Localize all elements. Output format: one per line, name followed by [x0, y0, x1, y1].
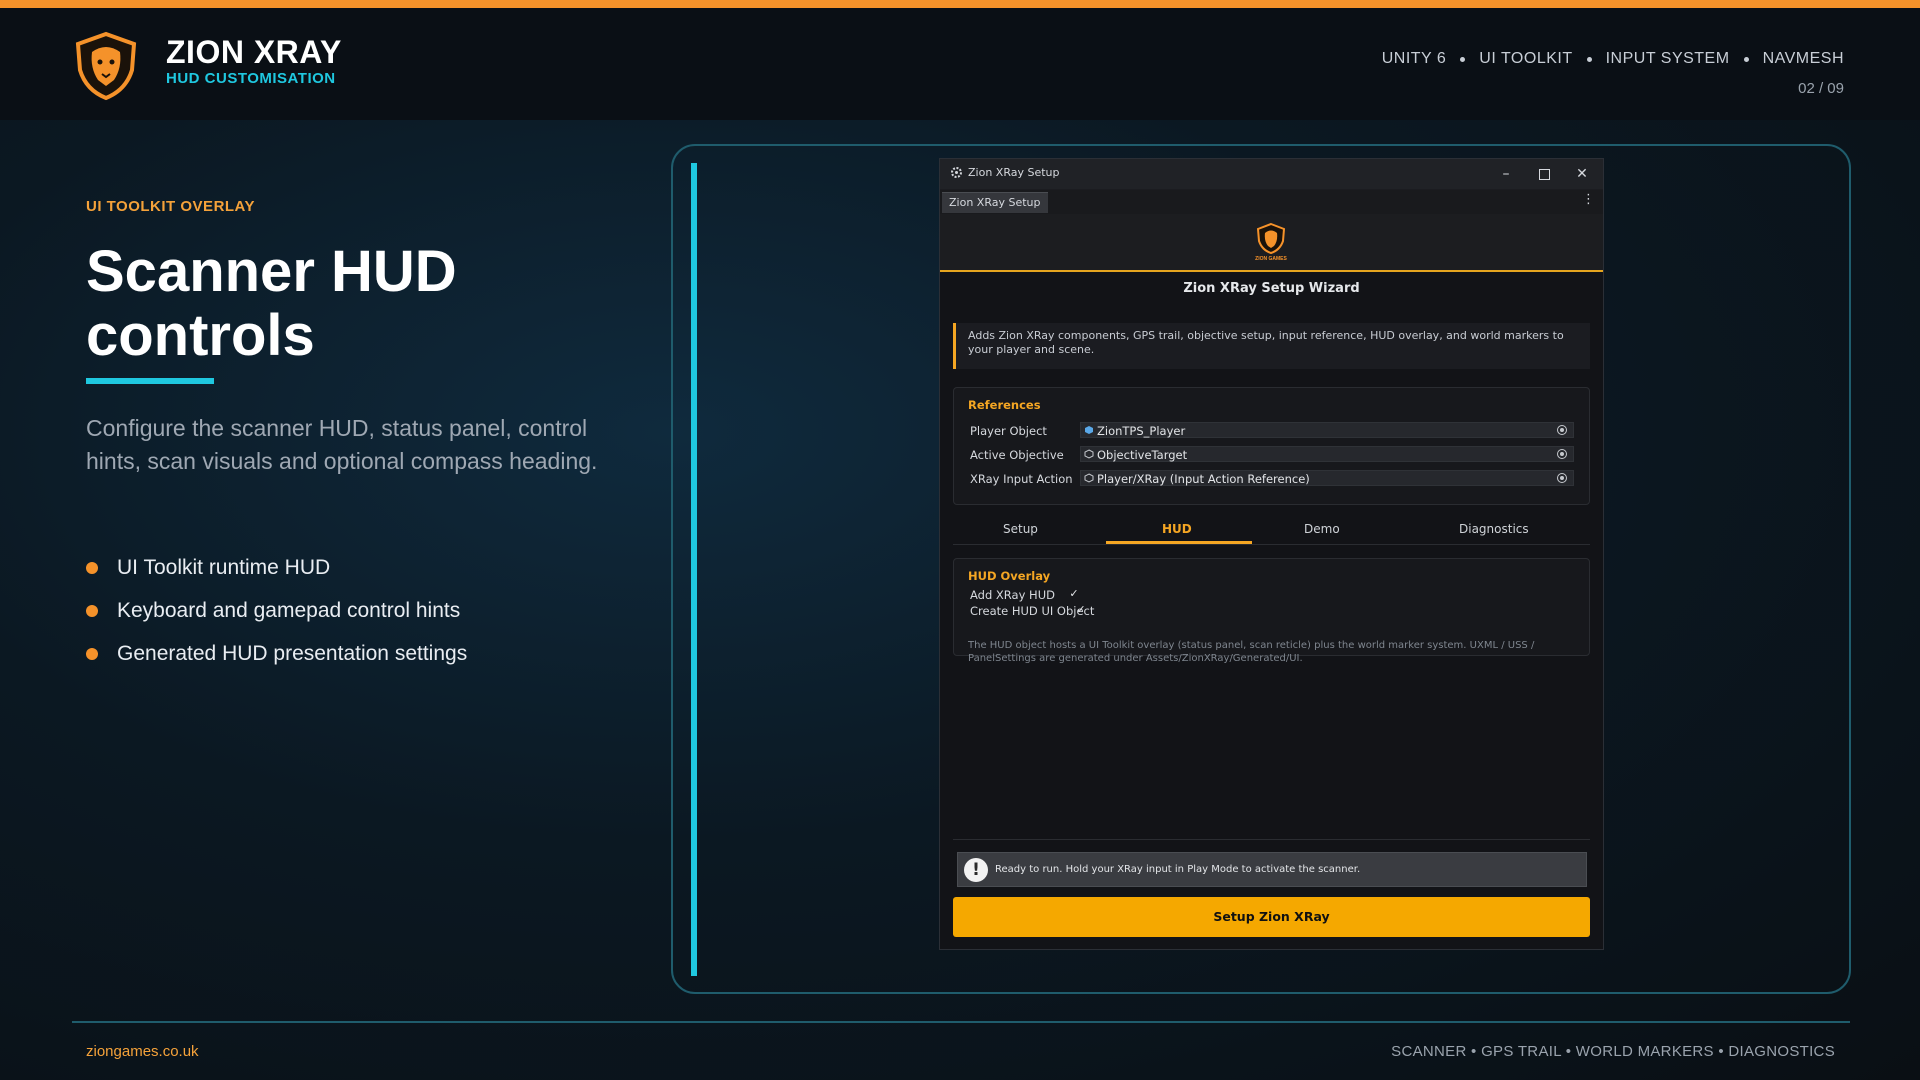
object-picker-icon[interactable]: [1557, 473, 1567, 483]
field-value: ObjectiveTarget: [1097, 448, 1188, 462]
separator-dot: [1743, 56, 1749, 62]
maximize-button[interactable]: [1531, 163, 1557, 185]
object-picker-icon[interactable]: [1557, 449, 1567, 459]
tab-setup[interactable]: Setup: [1003, 522, 1038, 536]
section-eyebrow: UI TOOLKIT OVERLAY: [86, 198, 256, 215]
ref-label: XRay Input Action: [970, 472, 1073, 486]
panel-title: References: [968, 398, 1041, 412]
xray-input-action-field[interactable]: Player/XRay (Input Action Reference): [1080, 470, 1574, 486]
brand-title: ZION XRAY: [166, 34, 342, 70]
info-box: Adds Zion XRay components, GPS trail, ob…: [953, 323, 1590, 369]
alert-icon: !: [964, 858, 988, 882]
zion-games-logo-icon: ZION GAMES: [1255, 222, 1287, 262]
top-accent-bar: [0, 0, 1920, 8]
window-title: Zion XRay Setup: [968, 166, 1060, 179]
minimize-button[interactable]: –: [1493, 163, 1519, 185]
title-line: Scanner HUD: [86, 239, 457, 304]
logo-text: ZION GAMES: [1255, 256, 1287, 262]
editor-tabbar: Zion XRay Setup ⋮: [940, 190, 1603, 214]
references-panel: References Player Object ZionTPS_Player …: [953, 387, 1590, 505]
more-options-icon[interactable]: ⋮: [1582, 192, 1595, 207]
field-value: ZionTPS_Player: [1097, 424, 1186, 438]
ref-row-player: Player Object ZionTPS_Player: [970, 422, 1574, 440]
panel-title: HUD Overlay: [968, 569, 1051, 583]
hud-help-text: The HUD object hosts a UI Toolkit overla…: [968, 640, 1535, 664]
bullet-dot-icon: [86, 561, 98, 574]
list-item-text: Keyboard and gamepad control hints: [117, 598, 461, 622]
editor-tab[interactable]: Zion XRay Setup: [942, 192, 1048, 213]
bullet-dot-icon: [86, 604, 98, 617]
status-message: ! Ready to run. Hold your XRay input in …: [957, 852, 1587, 887]
bullet-dot-icon: [86, 647, 98, 660]
tech-item: UI TOOLKIT: [1479, 50, 1573, 67]
gameobject-cube-icon: [1084, 449, 1094, 459]
frame-accent-bar: [691, 163, 697, 976]
page-number: 02 / 09: [1798, 80, 1844, 97]
title-underline: [86, 378, 214, 384]
ref-row-input: XRay Input Action Player/XRay (Input Act…: [970, 470, 1574, 488]
add-xray-hud-label: Add XRay HUD: [970, 588, 1055, 602]
prefab-cube-icon: [1085, 426, 1093, 434]
tech-list: UNITY 6 UI TOOLKIT INPUT SYSTEM NAVMESH: [1382, 50, 1844, 68]
footer-divider-line: [72, 1021, 1850, 1023]
feature-list: UI Toolkit runtime HUD Keyboard and game…: [86, 546, 467, 675]
tech-item: INPUT SYSTEM: [1605, 50, 1730, 67]
field-value: Player/XRay (Input Action Reference): [1097, 472, 1310, 486]
add-xray-hud-checkbox[interactable]: ✓: [1068, 588, 1080, 600]
separator-dot: [1586, 56, 1592, 62]
wizard-header: ZION GAMES: [940, 214, 1603, 272]
footer-divider: [953, 839, 1590, 840]
tab-diagnostics[interactable]: Diagnostics: [1459, 522, 1529, 536]
lion-shield-logo-icon: [75, 31, 137, 101]
list-item-text: UI Toolkit runtime HUD: [117, 555, 331, 579]
footer-tags: SCANNER • GPS TRAIL • WORLD MARKERS • DI…: [1391, 1043, 1835, 1060]
object-picker-icon[interactable]: [1557, 425, 1567, 435]
list-item-text: Generated HUD presentation settings: [117, 641, 468, 665]
title-line: controls: [86, 303, 315, 368]
tech-item: UNITY 6: [1381, 50, 1447, 67]
tab-demo[interactable]: Demo: [1304, 522, 1340, 536]
header: ZION XRAY HUD CUSTOMISATION UNITY 6 UI T…: [0, 8, 1920, 120]
tech-item: NAVMESH: [1762, 50, 1844, 67]
ref-label: Active Objective: [970, 448, 1064, 462]
setup-window: Zion XRay Setup – ✕ Zion XRay Setup ⋮ ZI…: [939, 158, 1604, 950]
ref-label: Player Object: [970, 424, 1047, 438]
ref-row-objective: Active Objective ObjectiveTarget: [970, 446, 1574, 464]
input-action-icon: [1084, 473, 1094, 483]
setup-button[interactable]: Setup Zion XRay: [953, 897, 1590, 937]
list-item: UI Toolkit runtime HUD: [86, 546, 467, 589]
hud-overlay-panel: HUD Overlay Add XRay HUD ✓ Create HUD UI…: [953, 558, 1590, 664]
tab-hud[interactable]: HUD: [1162, 522, 1192, 536]
wizard-tabs: Setup HUD Demo Diagnostics: [953, 516, 1590, 545]
wizard-title: Zion XRay Setup Wizard: [1183, 281, 1360, 296]
active-objective-field[interactable]: ObjectiveTarget: [1080, 446, 1574, 462]
page-title: Scanner HUD controls: [86, 240, 646, 368]
active-tab-underline: [1106, 541, 1252, 544]
status-text: Ready to run. Hold your XRay input in Pl…: [995, 864, 1361, 875]
list-item: Keyboard and gamepad control hints: [86, 589, 467, 632]
create-hud-object-checkbox[interactable]: ✓: [1075, 604, 1087, 616]
close-button[interactable]: ✕: [1569, 163, 1595, 185]
lede-text: Configure the scanner HUD, status panel,…: [86, 415, 598, 474]
player-object-field[interactable]: ZionTPS_Player: [1080, 422, 1574, 438]
unity-gear-icon: [951, 167, 962, 178]
separator-dot: [1460, 56, 1466, 62]
list-item: Generated HUD presentation settings: [86, 632, 467, 675]
window-titlebar[interactable]: Zion XRay Setup – ✕: [940, 159, 1603, 190]
brand-subtitle: HUD CUSTOMISATION: [166, 70, 336, 87]
footer-url[interactable]: ziongames.co.uk: [86, 1043, 199, 1060]
